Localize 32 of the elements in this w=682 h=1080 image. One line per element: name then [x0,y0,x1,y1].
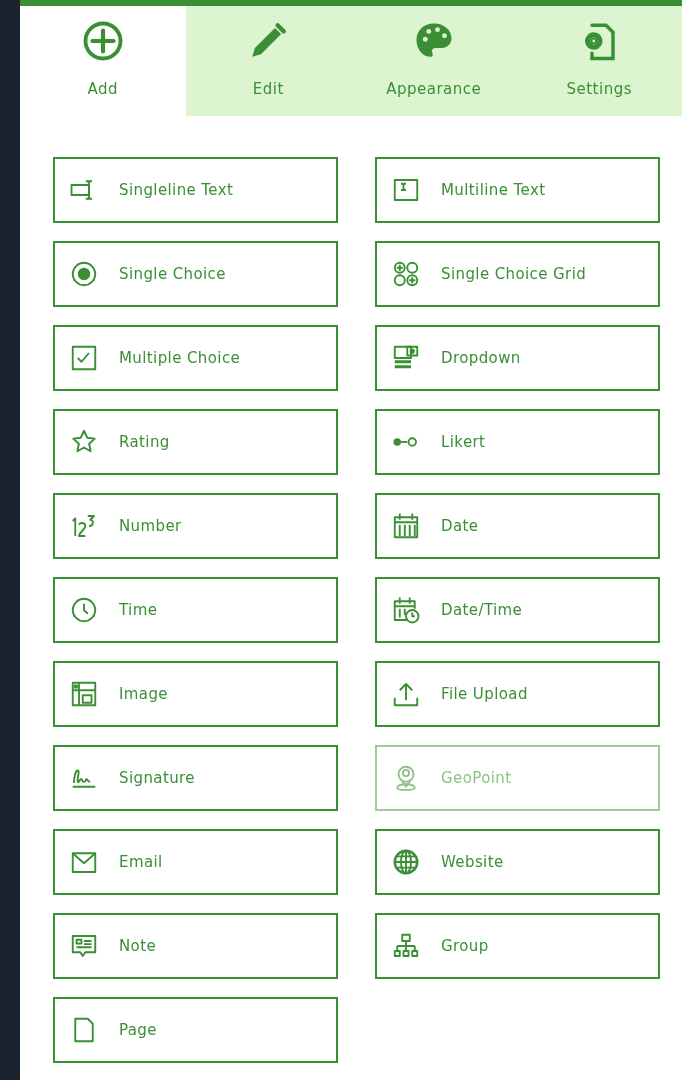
radio-grid-icon [391,259,421,289]
field-type-button[interactable]: Likert [375,409,660,475]
field-type-button[interactable]: Single Choice Grid [375,241,660,307]
field-type-button[interactable]: Multiline Text [375,157,660,223]
radio-button-icon [69,259,99,289]
checkbox-icon [69,343,99,373]
image-frame-icon [69,679,99,709]
field-type-button[interactable]: Website [375,829,660,895]
field-type-button[interactable]: Rating [53,409,338,475]
field-type-button[interactable]: Single Choice [53,241,338,307]
field-type-button[interactable]: Date [375,493,660,559]
field-type-button[interactable]: Time [53,577,338,643]
field-type-button[interactable]: Page [53,997,338,1063]
field-type-button[interactable]: Multiple Choice [53,325,338,391]
field-type-button[interactable]: Group [375,913,660,979]
tab[interactable]: Appearance [351,6,517,116]
tab[interactable]: Edit [185,6,351,116]
clock-icon [69,595,99,625]
field-type-button[interactable]: File Upload [375,661,660,727]
field-type-button[interactable]: Note [53,913,338,979]
plus-circle-icon [81,20,124,62]
field-type-button[interactable]: Signature [53,745,338,811]
calendar-clock-icon [391,595,421,625]
field-type-button[interactable]: Number [53,493,338,559]
field-type-button[interactable]: Date/Time [375,577,660,643]
globe-icon [391,847,421,877]
field-type-button[interactable]: Singleline Text [53,157,338,223]
tab[interactable]: Settings [516,6,682,116]
field-type-button[interactable]: Email [53,829,338,895]
field-type-button[interactable]: Dropdown [375,325,660,391]
field-type-button[interactable]: Image [53,661,338,727]
calendar-icon [391,511,421,541]
